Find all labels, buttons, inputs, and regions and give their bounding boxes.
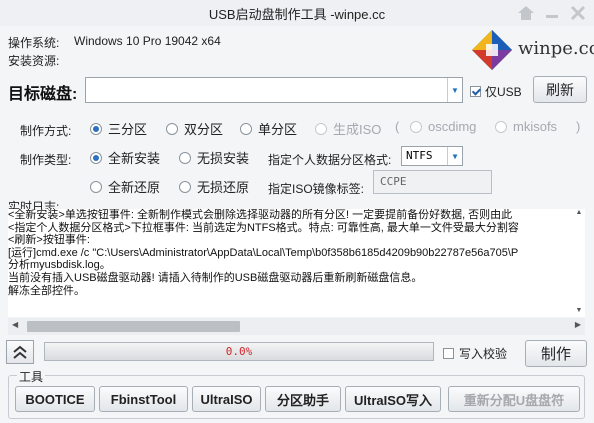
log-line: <刷新>按钮事件:	[8, 234, 90, 247]
scroll-left-icon[interactable]: ◀	[12, 320, 18, 329]
target-disk-select[interactable]: ▼	[85, 77, 463, 103]
log-line: [运行]cmd.exe /c "C:\Users\Administrator\A…	[8, 246, 519, 259]
log-line: <指定个人数据分区格式>下拉框事件: 当前选定为NTFS格式。特点: 可靠性高,…	[8, 221, 519, 234]
bootice-button[interactable]: BOOTICE	[15, 386, 95, 412]
iso-label-field[interactable]: CCPE	[373, 170, 492, 194]
type-option-label: 全新安装	[108, 151, 161, 166]
partition-assistant-button[interactable]: 分区助手	[265, 386, 341, 412]
verify-label: 写入校验	[459, 347, 508, 361]
logo-text: winpe.cc	[518, 38, 594, 59]
method-option-label: 生成ISO	[333, 122, 382, 137]
scroll-right-icon[interactable]: ▶	[575, 320, 581, 329]
radio-fresh-restore[interactable]	[90, 180, 102, 193]
iso-option-label: oscdimg	[428, 119, 477, 134]
radio-two-partition[interactable]	[166, 122, 178, 135]
home-icon[interactable]	[516, 3, 536, 23]
type-option-label: 全新还原	[108, 180, 161, 195]
scroll-down-icon[interactable]: ▼	[573, 307, 585, 317]
method-option-label: 三分区	[108, 122, 148, 137]
radio-single-partition[interactable]	[240, 122, 252, 135]
os-label: 操作系统:	[8, 36, 60, 50]
radio-generate-iso	[315, 122, 327, 135]
type-option-fresh-install[interactable]: 全新安装	[90, 148, 160, 167]
format-value: NTFS	[406, 149, 433, 162]
tools-label: 工具	[17, 368, 46, 385]
ultraiso-write-button[interactable]: UltraISO写入	[345, 386, 441, 412]
radio-lossless-restore[interactable]	[179, 180, 191, 193]
progress-bar: 0.0%	[44, 342, 434, 361]
refresh-button[interactable]: 刷新	[533, 76, 587, 103]
iso-option-label: mkisofs	[513, 119, 558, 134]
window-title: USB启动盘制作工具 -winpe.cc	[208, 7, 386, 22]
type-option-label: 无损安装	[197, 151, 250, 166]
verify-option[interactable]: 写入校验	[443, 345, 507, 362]
winpe-logo-icon	[470, 28, 514, 72]
type-option-lossless-restore[interactable]: 无损还原	[179, 177, 249, 196]
log-horizontal-scrollbar[interactable]: ◀ ▶	[8, 318, 585, 335]
chevron-down-icon[interactable]: ▼	[447, 147, 462, 165]
method-option-label: 双分区	[184, 122, 224, 137]
type-option-fresh-restore[interactable]: 全新还原	[90, 177, 160, 196]
log-line: <全新安装>单选按钮事件: 全新制作模式会删除选择驱动器的所有分区! 一定要提前…	[8, 209, 513, 221]
double-chevron-up-icon	[13, 345, 27, 359]
radio-oscdimg	[410, 120, 422, 133]
radio-three-partition[interactable]	[90, 122, 102, 135]
verify-checkbox[interactable]	[443, 348, 454, 359]
method-option-two-partition[interactable]: 双分区	[166, 119, 223, 138]
type-option-label: 无损还原	[197, 180, 250, 195]
collapse-button[interactable]	[6, 340, 34, 364]
format-select[interactable]: NTFS ▼	[401, 146, 463, 166]
paren-open: (	[395, 119, 400, 134]
progress-text: 0.0%	[225, 345, 253, 358]
log-area[interactable]: <全新安装>单选按钮事件: 全新制作模式会删除选择驱动器的所有分区! 一定要提前…	[8, 209, 585, 317]
usb-only-label: 仅USB	[485, 85, 522, 99]
usb-only-option[interactable]: 仅USB	[470, 83, 522, 100]
type-option-lossless-install[interactable]: 无损安装	[179, 148, 249, 167]
source-label: 安装资源:	[8, 54, 60, 68]
make-button[interactable]: 制作	[525, 340, 587, 367]
radio-fresh-install[interactable]	[90, 151, 102, 164]
method-option-generate-iso: 生成ISO	[315, 119, 381, 138]
log-line: 解冻全部控件。	[8, 284, 85, 297]
method-option-three-partition[interactable]: 三分区	[90, 119, 147, 138]
minimize-icon[interactable]	[542, 3, 562, 23]
reassign-drive-letter-button: 重新分配U盘盘符	[448, 386, 580, 412]
title-bar: USB启动盘制作工具 -winpe.cc	[0, 0, 594, 26]
type-label: 制作类型:	[20, 153, 72, 167]
scroll-up-icon[interactable]: ▲	[573, 209, 585, 219]
usb-only-checkbox[interactable]	[470, 86, 481, 97]
iso-label-label: 指定ISO镜像标签:	[268, 182, 365, 196]
radio-lossless-install[interactable]	[179, 151, 191, 164]
close-icon[interactable]	[568, 3, 588, 23]
scroll-thumb[interactable]	[27, 321, 240, 332]
method-option-single-partition[interactable]: 单分区	[240, 119, 297, 138]
log-line: 分析myusbdisk.log。	[8, 259, 111, 272]
iso-option-mkisofs: mkisofs	[495, 119, 557, 134]
fbinsttool-button[interactable]: FbinstTool	[99, 386, 188, 412]
log-vertical-scrollbar[interactable]: ▲ ▼	[573, 209, 585, 317]
os-value: Windows 10 Pro 19042 x64	[74, 34, 221, 48]
radio-mkisofs	[495, 120, 507, 133]
method-option-label: 单分区	[258, 122, 298, 137]
app-window: USB启动盘制作工具 -winpe.cc 操作系统: Windows 10 Pr…	[0, 0, 594, 423]
iso-option-oscdimg: oscdimg	[410, 119, 476, 134]
ultraiso-button[interactable]: UltraISO	[192, 386, 261, 412]
chevron-down-icon[interactable]: ▼	[447, 78, 462, 102]
method-label: 制作方式:	[20, 124, 72, 138]
target-disk-label: 目标磁盘:	[8, 86, 78, 103]
format-label: 指定个人数据分区格式:	[268, 153, 392, 167]
log-line: 当前没有插入USB磁盘驱动器! 请插入待制作的USB磁盘驱动器后重新刷新磁盘信息…	[8, 271, 423, 284]
paren-close: )	[576, 119, 581, 134]
